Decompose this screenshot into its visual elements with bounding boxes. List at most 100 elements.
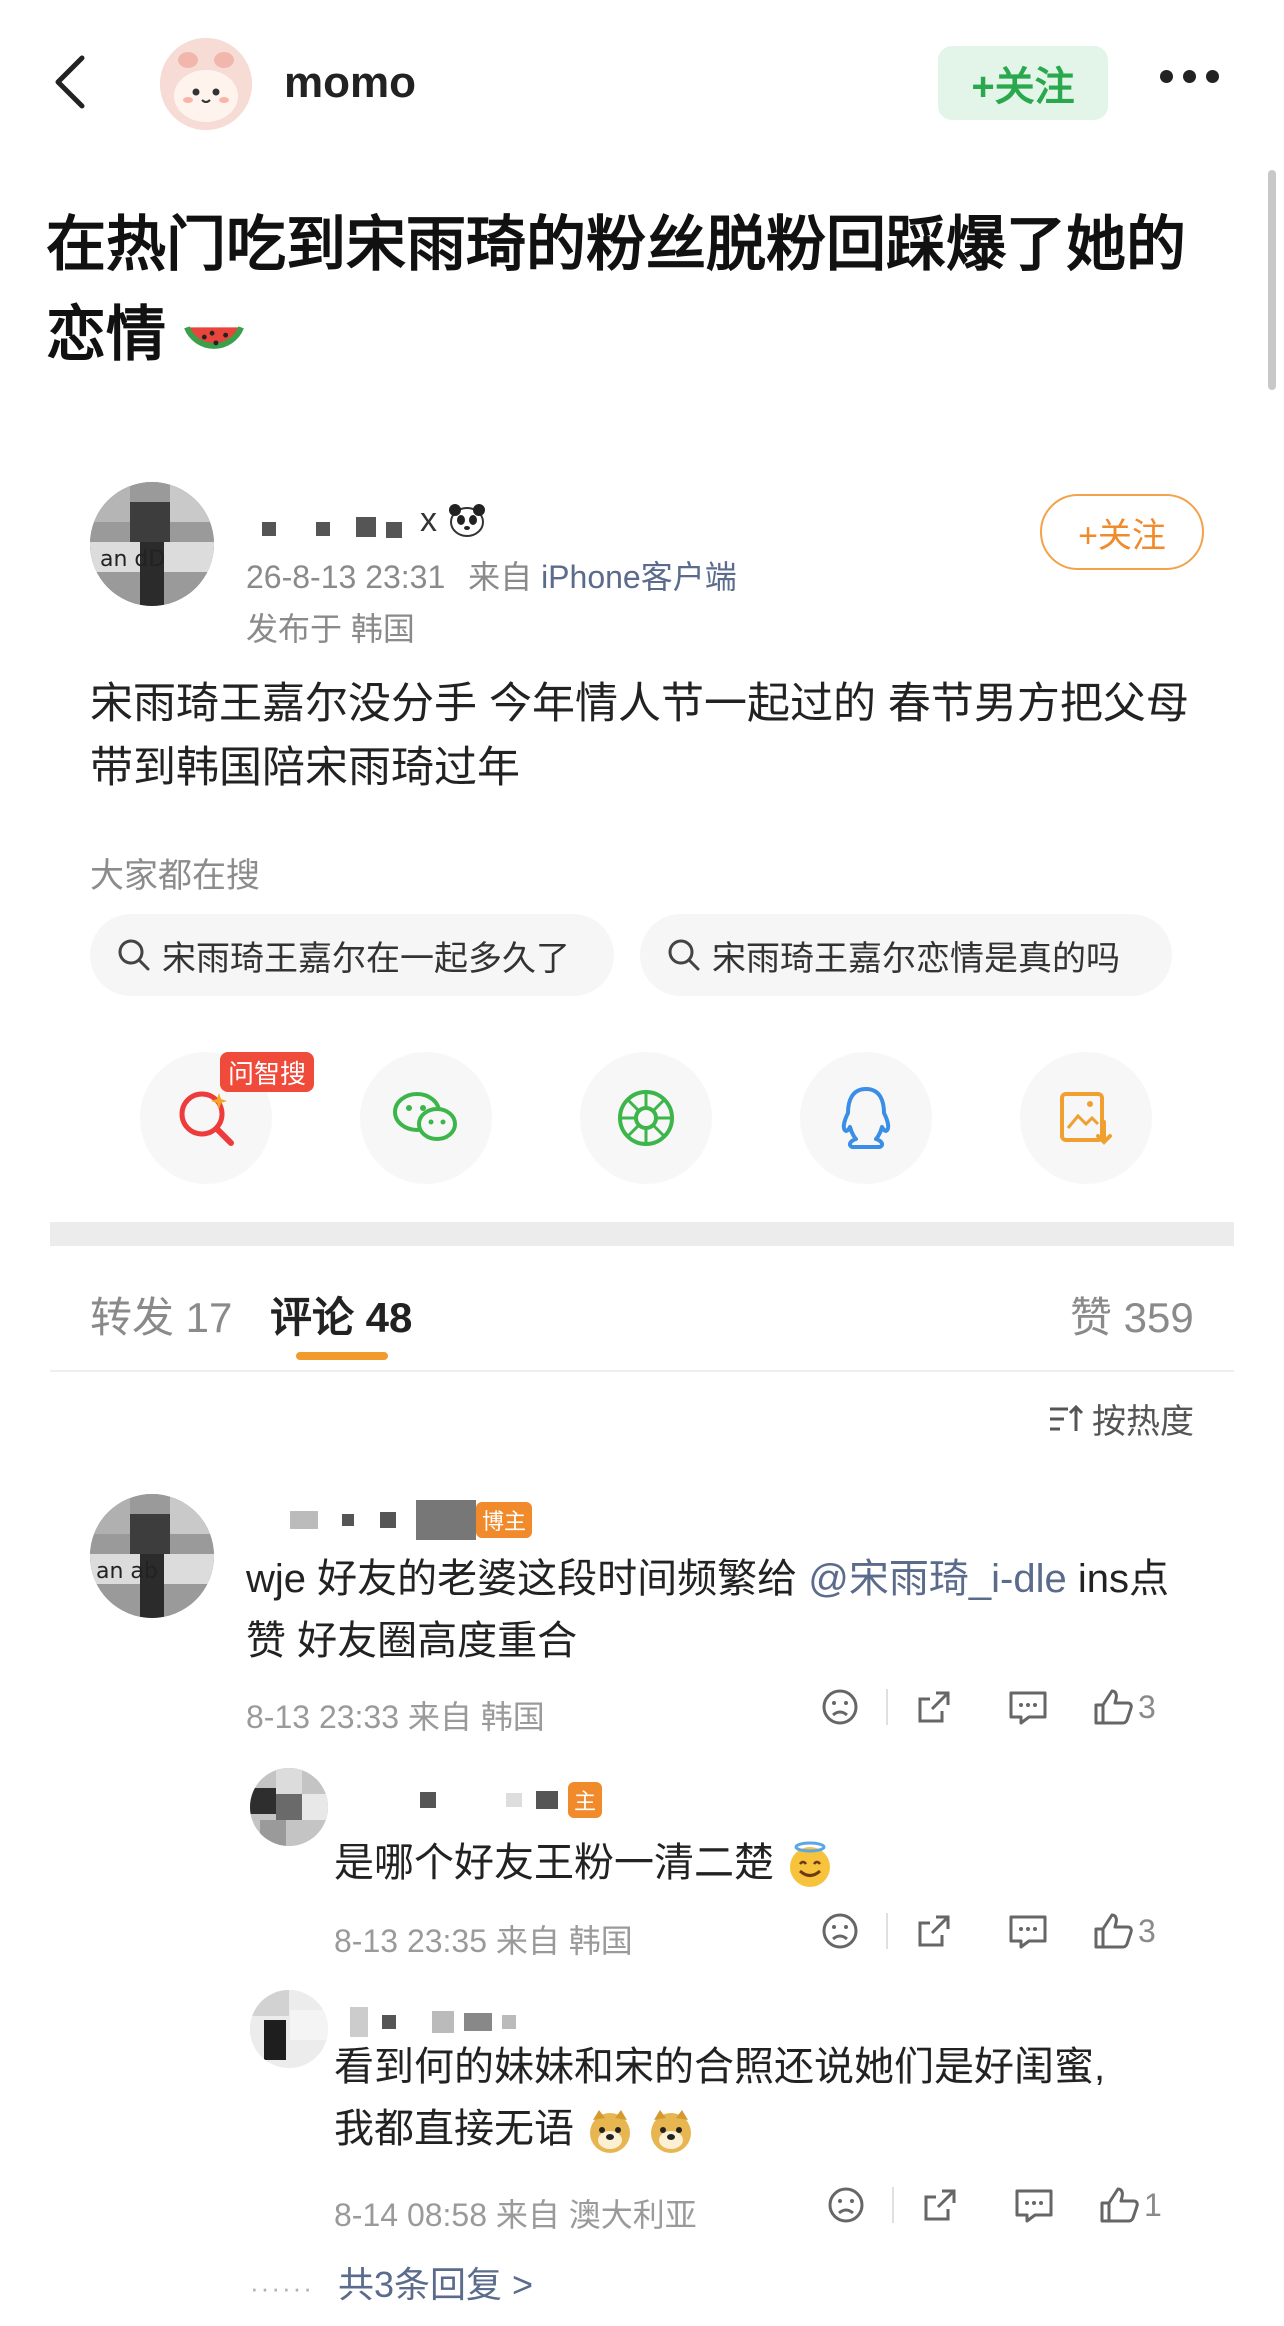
- tab-likes[interactable]: 赞 359: [1070, 1284, 1194, 1345]
- search-icon: [668, 939, 700, 971]
- action-divider: [886, 1689, 888, 1725]
- card-author-name[interactable]: x: [262, 498, 487, 542]
- sort-icon: [1050, 1404, 1084, 1431]
- reply-text-line-with-emoji: 我都直接无语: [334, 2098, 1194, 2160]
- mention-link[interactable]: @宋雨琦_i-dle: [808, 1557, 1066, 1601]
- redacted-block: [420, 1792, 436, 1808]
- wechat-icon: [393, 1092, 457, 1141]
- commenter-name[interactable]: 博主: [290, 1500, 533, 1540]
- share-moments-button[interactable]: [580, 1052, 712, 1184]
- sort-label: 按热度: [1092, 1403, 1194, 1441]
- svg-text:an dD: an dD: [100, 547, 165, 572]
- search-chip-label: 宋雨琦王嘉尔恋情是真的吗: [712, 939, 1120, 978]
- scrollbar[interactable]: [1268, 170, 1276, 390]
- redacted-block: [316, 522, 330, 536]
- moments-icon: [618, 1090, 674, 1146]
- like-button[interactable]: 3: [1092, 1682, 1156, 1732]
- share-wechat-button[interactable]: [360, 1052, 492, 1184]
- author-username[interactable]: momo: [284, 58, 416, 108]
- action-divider: [892, 2187, 894, 2223]
- share-qq-button[interactable]: [800, 1052, 932, 1184]
- reply-text-content: 是哪个好友王粉一清二楚: [334, 1841, 774, 1885]
- active-tab-indicator: [296, 1352, 388, 1360]
- share-comment-button[interactable]: [904, 1682, 964, 1732]
- comment-icon: [1015, 2189, 1053, 2223]
- redacted-block: [502, 2015, 516, 2029]
- search-chip[interactable]: 宋雨琦王嘉尔恋情是真的吗: [640, 914, 1172, 996]
- sort-button[interactable]: 按热度: [1048, 1394, 1194, 1443]
- tab-repost[interactable]: 转发 17: [90, 1284, 232, 1345]
- card-source-prefix: 来自: [468, 559, 533, 595]
- redacted-block: [464, 2013, 492, 2031]
- comment-actions: 3: [810, 1682, 1156, 1732]
- redacted-block: [380, 1512, 396, 1528]
- panda-icon: [449, 504, 485, 537]
- card-time: 26-8-13 23:31: [246, 559, 446, 595]
- comment-text-prefix: wje 好友的老婆这段时间频繁给: [246, 1557, 798, 1601]
- card-author-avatar[interactable]: an dD: [90, 482, 214, 606]
- search-chip[interactable]: 宋雨琦王嘉尔在一起多久了: [90, 914, 614, 996]
- like-count: 1: [1144, 2186, 1162, 2223]
- replier-name[interactable]: 主: [380, 1780, 603, 1820]
- follow-button[interactable]: +关注: [938, 46, 1108, 120]
- dotted-leader: ······: [250, 2273, 314, 2303]
- share-comment-button[interactable]: [904, 1906, 964, 1956]
- dislike-button[interactable]: [810, 1682, 870, 1732]
- doge-icon: [590, 2110, 631, 2154]
- comment-meta: 8-13 23:33 来自 韩国: [246, 1699, 545, 1735]
- image-download-icon: [1060, 1092, 1112, 1145]
- search-chip-label: 宋雨琦王嘉尔在一起多久了: [162, 939, 570, 978]
- redacted-block: [506, 1793, 522, 1807]
- redacted-block: [416, 1500, 476, 1540]
- more-options-icon[interactable]: [1160, 70, 1219, 83]
- thumbs-up-icon: [1094, 1689, 1133, 1725]
- reply-actions: 1: [816, 2180, 1162, 2230]
- tab-comments[interactable]: 评论 48: [270, 1284, 412, 1345]
- back-arrow-icon[interactable]: [44, 52, 104, 112]
- svg-text:an ab: an ab: [96, 1559, 158, 1584]
- ai-search-tag: 问智搜: [220, 1052, 315, 1092]
- trending-search-label: 大家都在搜: [90, 857, 260, 895]
- redacted-block: [382, 2015, 396, 2029]
- share-comment-button[interactable]: [910, 2180, 970, 2230]
- author-badge: 博主: [476, 1502, 533, 1538]
- redacted-block: [536, 1791, 558, 1809]
- share-icon: [918, 1915, 950, 1947]
- redacted-block: [386, 522, 402, 538]
- reply-button[interactable]: [998, 1682, 1058, 1732]
- redacted-block: [262, 522, 276, 536]
- dislike-button[interactable]: [810, 1906, 870, 1956]
- top-bar: momo +关注: [0, 0, 1284, 170]
- card-author-name-suffix: x: [420, 500, 437, 539]
- reply-text: 是哪个好友王粉一清二楚: [334, 1832, 835, 1894]
- like-count: 3: [1138, 1912, 1156, 1949]
- reply-button[interactable]: [1004, 2180, 1064, 2230]
- reply-meta: 8-13 23:35 来自 韩国: [334, 1923, 633, 1959]
- watermelon-icon: [183, 326, 244, 350]
- replier-avatar[interactable]: [250, 1768, 328, 1846]
- like-button[interactable]: 3: [1092, 1906, 1156, 1956]
- reply-meta: 8-14 08:58 来自 澳大利亚: [334, 2197, 697, 2233]
- redacted-block: [350, 2007, 368, 2037]
- save-image-button[interactable]: [1020, 1052, 1152, 1184]
- frown-icon: [822, 1689, 858, 1725]
- post-title: 在热门吃到宋雨琦的粉丝脱粉回踩爆了她的恋情: [46, 200, 1226, 380]
- more-replies-link[interactable]: ······ 共3条回复 >: [250, 2256, 533, 2308]
- reply-button[interactable]: [998, 1906, 1058, 1956]
- action-divider: [886, 1913, 888, 1949]
- reply-text: 看到何的妹妹和宋的合照还说她们是好闺蜜, 我都直接无语: [334, 2036, 1194, 2160]
- frown-icon: [822, 1913, 858, 1949]
- thumbs-up-icon: [1094, 1913, 1133, 1949]
- dislike-button[interactable]: [816, 2180, 876, 2230]
- author-avatar[interactable]: [160, 38, 252, 130]
- comment-text: wje 好友的老婆这段时间频繁给 @宋雨琦_i-dle ins点赞 好友圈高度重…: [246, 1548, 1206, 1672]
- thumbs-up-icon: [1100, 2187, 1139, 2223]
- card-source[interactable]: iPhone客户端: [541, 559, 737, 595]
- comment-icon: [1009, 1691, 1047, 1725]
- card-follow-button[interactable]: +关注: [1040, 494, 1204, 570]
- like-count: 3: [1138, 1688, 1156, 1725]
- replier-avatar[interactable]: [250, 1990, 328, 2068]
- redacted-block: [356, 517, 376, 537]
- like-button[interactable]: 1: [1098, 2180, 1162, 2230]
- commenter-avatar[interactable]: an ab: [90, 1494, 214, 1618]
